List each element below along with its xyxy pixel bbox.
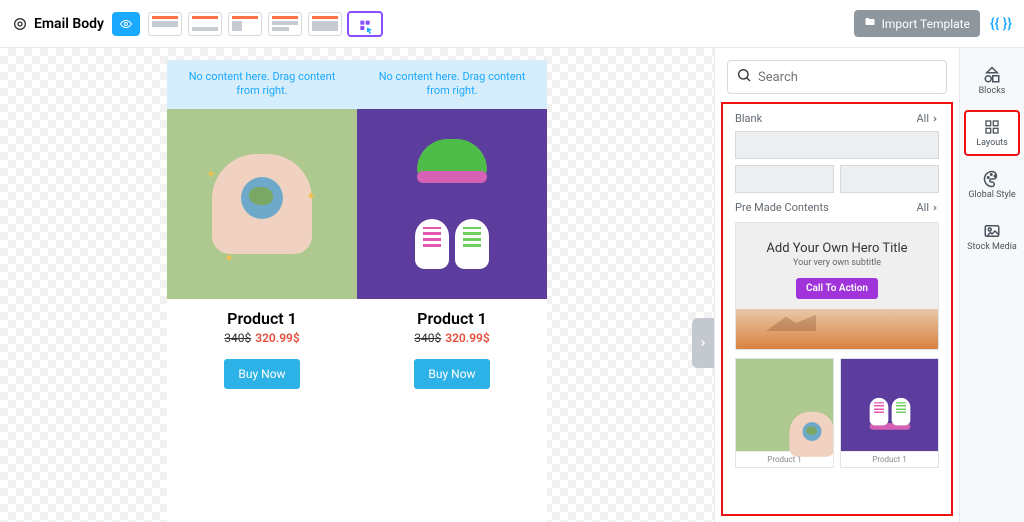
product-old-price: 340$ xyxy=(224,331,251,345)
mini-product-2[interactable]: Product 1 xyxy=(840,358,939,468)
premade-section-header: Pre Made Contents All xyxy=(735,201,939,214)
layout-thumb-3[interactable] xyxy=(228,12,262,36)
tab-blocks[interactable]: Blocks xyxy=(964,58,1020,104)
page-title: Email Body xyxy=(34,16,104,32)
product-body-2: Product 1 340$ 320.99$ Buy Now xyxy=(357,299,547,407)
premade-all-link[interactable]: All xyxy=(916,201,939,214)
selection-arrow-icon xyxy=(358,18,376,38)
product-title: Product 1 xyxy=(167,309,357,328)
canvas[interactable]: No content here. Drag content from right… xyxy=(0,48,714,522)
layouts-panel-highlight: Blank All Pre Made Contents All Add Your… xyxy=(721,102,953,516)
premade-two-products[interactable]: Product 1 Product 1 xyxy=(735,358,939,468)
hero-cta-button: Call To Action xyxy=(796,278,878,299)
buy-button[interactable]: Buy Now xyxy=(224,359,299,389)
variables-button[interactable]: {{ }} xyxy=(990,16,1012,32)
folder-icon xyxy=(864,16,876,31)
tab-layouts[interactable]: Layouts xyxy=(964,110,1020,156)
product-new-price: 320.99$ xyxy=(445,331,490,345)
panel-collapse-toggle[interactable] xyxy=(692,318,714,368)
tab-global-style-label: Global Style xyxy=(968,190,1015,200)
search-input-wrap[interactable] xyxy=(727,60,947,94)
product-column-2[interactable]: No content here. Drag content from right… xyxy=(357,60,547,522)
hero-title: Add Your Own Hero Title xyxy=(746,241,928,256)
buy-button[interactable]: Buy Now xyxy=(414,359,489,389)
hero-image xyxy=(736,309,938,349)
product-image-1[interactable]: ✦ ✦ ✦ xyxy=(167,109,357,299)
layout-thumb-4[interactable] xyxy=(268,12,302,36)
product-column-1[interactable]: No content here. Drag content from right… xyxy=(167,60,357,522)
top-bar-right: Import Template {{ }} xyxy=(854,10,1012,37)
mini-product-label: Product 1 xyxy=(841,451,938,467)
import-template-label: Import Template xyxy=(882,17,970,31)
grid-icon xyxy=(983,118,1001,136)
product-price: 340$ 320.99$ xyxy=(357,331,547,345)
product-image-2[interactable] xyxy=(357,109,547,299)
image-icon xyxy=(983,222,1001,240)
layout-thumbnails xyxy=(148,12,382,36)
product-new-price: 320.99$ xyxy=(255,331,300,345)
tab-stock-media[interactable]: Stock Media xyxy=(964,214,1020,260)
tab-layouts-label: Layouts xyxy=(976,138,1008,148)
side-panel: Blank All Pre Made Contents All Add Your… xyxy=(714,48,959,522)
tab-global-style[interactable]: Global Style xyxy=(964,162,1020,208)
product-body-1: Product 1 340$ 320.99$ Buy Now xyxy=(167,299,357,407)
layout-thumb-1[interactable] xyxy=(148,12,182,36)
target-icon xyxy=(12,16,28,32)
mini-product-1[interactable]: Product 1 xyxy=(735,358,834,468)
top-bar: Email Body Import Template {{ }} xyxy=(0,0,1024,48)
mini-product-img-1 xyxy=(736,359,833,451)
product-price: 340$ 320.99$ xyxy=(167,331,357,345)
palette-icon xyxy=(983,170,1001,188)
layout-thumb-2[interactable] xyxy=(188,12,222,36)
hero-top: Add Your Own Hero Title Your very own su… xyxy=(736,223,938,309)
blank-layout-right[interactable] xyxy=(840,165,939,193)
import-template-button[interactable]: Import Template xyxy=(854,10,980,37)
blank-label: Blank xyxy=(735,112,762,125)
tab-stock-media-label: Stock Media xyxy=(967,242,1017,252)
tab-blocks-label: Blocks xyxy=(979,86,1006,96)
blank-layout-two-col xyxy=(735,165,939,193)
page-title-wrap: Email Body xyxy=(12,16,104,32)
product-title: Product 1 xyxy=(357,309,547,328)
blank-layout-left[interactable] xyxy=(735,165,834,193)
email-block[interactable]: No content here. Drag content from right… xyxy=(167,60,547,522)
top-bar-left: Email Body xyxy=(12,12,382,36)
premade-hero-layout[interactable]: Add Your Own Hero Title Your very own su… xyxy=(735,222,939,350)
layout-thumb-active[interactable] xyxy=(348,12,382,36)
preview-button[interactable] xyxy=(112,12,140,36)
blank-all-link[interactable]: All xyxy=(916,112,939,125)
hero-subtitle: Your very own subtitle xyxy=(746,258,928,268)
premade-label: Pre Made Contents xyxy=(735,201,829,214)
blank-layout-full[interactable] xyxy=(735,131,939,159)
blank-section-header: Blank All xyxy=(735,112,939,125)
shapes-icon xyxy=(983,66,1001,84)
drag-placeholder[interactable]: No content here. Drag content from right… xyxy=(167,60,357,109)
right-tabs: Blocks Layouts Global Style Stock Media xyxy=(959,48,1024,522)
main-area: No content here. Drag content from right… xyxy=(0,48,1024,522)
layout-thumb-5[interactable] xyxy=(308,12,342,36)
search-icon xyxy=(736,67,752,87)
product-old-price: 340$ xyxy=(414,331,441,345)
search-input[interactable] xyxy=(758,70,938,85)
mini-product-img-2 xyxy=(841,359,938,451)
drag-placeholder[interactable]: No content here. Drag content from right… xyxy=(357,60,547,109)
